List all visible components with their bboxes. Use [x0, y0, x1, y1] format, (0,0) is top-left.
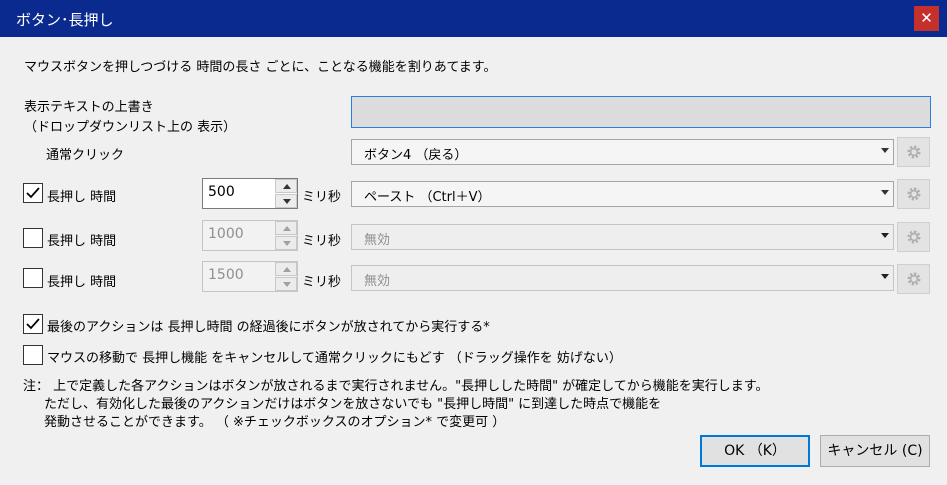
chevron-down-icon: [283, 282, 291, 287]
chevron-down-icon: [881, 190, 889, 195]
cancel-on-move-checkbox[interactable]: [23, 345, 43, 365]
decrement-button[interactable]: [275, 194, 297, 208]
unit-label: ミリ秒: [302, 190, 342, 205]
long-press-3-settings-button[interactable]: [897, 264, 930, 294]
increment-button[interactable]: [275, 179, 297, 193]
chevron-down-icon: [283, 241, 291, 246]
dropdown-value: ボタン4 （戻る）: [364, 148, 468, 163]
note-line2: ただし、有効化した最後のアクションだけはボタンを放さないでも "長押し時間" に…: [44, 397, 662, 412]
long-press-1-settings-button[interactable]: [897, 179, 930, 209]
override-text-input[interactable]: [351, 96, 931, 128]
chevron-up-icon: [283, 267, 291, 272]
cancel-button[interactable]: キャンセル (C): [820, 435, 930, 467]
chevron-down-icon: [283, 199, 291, 204]
override-label-line1: 表示テキストの上書き: [24, 100, 154, 115]
cancel-on-move-label[interactable]: マウスの移動で 長押し機能 をキャンセルして通常クリックにもどす （ドラッグ操作…: [47, 347, 622, 366]
long-press-2-label: 長押し 時間: [47, 234, 117, 249]
long-press-3-action-dropdown[interactable]: 無効: [351, 265, 894, 291]
long-press-1-action-dropdown[interactable]: ペースト （Ctrl＋V）: [351, 181, 894, 207]
dropdown-value: ペースト （Ctrl＋V）: [364, 190, 491, 205]
window-title: ボタン･長押し: [16, 11, 114, 29]
chevron-down-icon: [881, 148, 889, 153]
execute-after-release-label[interactable]: 最後のアクションは 長押し時間 の経過後にボタンが放されてから実行する*: [47, 316, 490, 335]
decrement-button[interactable]: [275, 277, 297, 291]
gear-icon: [907, 187, 921, 201]
chevron-up-icon: [283, 226, 291, 231]
decrement-button[interactable]: [275, 236, 297, 250]
normal-click-settings-button[interactable]: [897, 137, 930, 167]
duration-value: 500: [208, 184, 235, 200]
checkmark-icon: [26, 187, 40, 199]
increment-button[interactable]: [275, 262, 297, 276]
chevron-up-icon: [283, 184, 291, 189]
long-press-2-action-dropdown[interactable]: 無効: [351, 224, 894, 250]
normal-click-action-dropdown[interactable]: ボタン4 （戻る）: [351, 139, 894, 165]
chevron-down-icon: [881, 274, 889, 279]
description-text: マウスボタンを押しつづける 時間の長さ ごとに、ことなる機能を割りあてます。: [24, 60, 497, 75]
note-line3: 発動させることができます。 （ ※チェックボックスのオプション* で変更可 ）: [44, 415, 506, 430]
long-press-2-settings-button[interactable]: [897, 222, 930, 252]
override-label-line2: （ドロップダウンリスト上の 表示）: [24, 120, 237, 135]
long-press-2-checkbox[interactable]: [23, 228, 43, 248]
unit-label: ミリ秒: [302, 234, 342, 249]
execute-after-release-checkbox[interactable]: [23, 314, 43, 334]
long-press-3-checkbox[interactable]: [23, 268, 43, 288]
title-bar: ボタン･長押し ✕: [0, 0, 947, 37]
increment-button[interactable]: [275, 221, 297, 235]
long-press-1-label: 長押し 時間: [47, 190, 117, 205]
long-press-3-duration-stepper[interactable]: 1500: [202, 261, 298, 292]
long-press-3-label: 長押し 時間: [47, 275, 117, 290]
dropdown-value: 無効: [364, 274, 391, 289]
duration-value: 1500: [208, 267, 244, 283]
ok-button[interactable]: OK （K）: [700, 435, 810, 467]
gear-icon: [907, 230, 921, 244]
long-press-1-checkbox[interactable]: [23, 183, 43, 203]
dropdown-value: 無効: [364, 233, 391, 248]
checkmark-icon: [26, 318, 40, 330]
long-press-1-duration-stepper[interactable]: 500: [202, 178, 298, 209]
gear-icon: [907, 272, 921, 286]
duration-value: 1000: [208, 226, 244, 242]
gear-icon: [907, 145, 921, 159]
note-line1: 注： 上で定義した各アクションはボタンが放されるまで実行されません。"長押しした…: [23, 379, 769, 394]
chevron-down-icon: [881, 233, 889, 238]
unit-label: ミリ秒: [302, 275, 342, 290]
long-press-2-duration-stepper[interactable]: 1000: [202, 220, 298, 251]
close-button[interactable]: ✕: [914, 6, 939, 31]
normal-click-label: 通常クリック: [46, 148, 125, 163]
